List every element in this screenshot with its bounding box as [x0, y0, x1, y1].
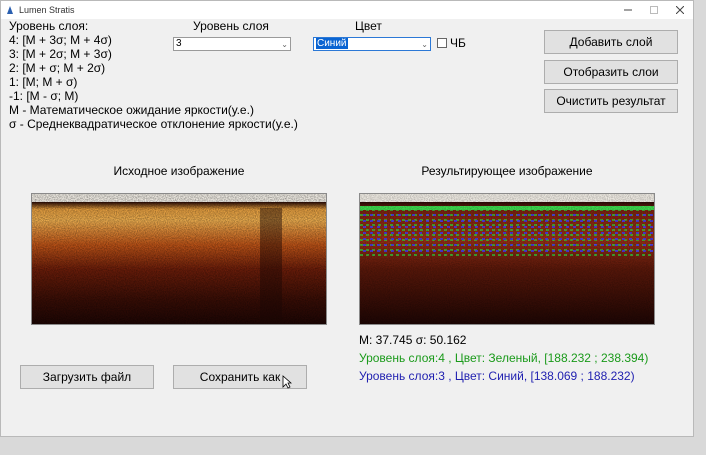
result-image: [359, 193, 655, 325]
close-button[interactable]: [667, 1, 693, 19]
source-image-graphic: [32, 194, 326, 324]
maximize-button[interactable]: [641, 1, 667, 19]
level-label: Уровень слоя: [193, 19, 269, 33]
mouse-cursor-icon: [282, 375, 292, 389]
maximize-icon: [650, 6, 658, 14]
title-bar: Lumen Stratis: [1, 1, 693, 19]
close-icon: [676, 6, 684, 14]
clear-result-button[interactable]: Очистить результат: [544, 89, 678, 113]
level-value: 3: [176, 38, 182, 49]
add-layer-button[interactable]: Добавить слой: [544, 30, 678, 54]
app-window: Lumen Stratis Уровень слоя: 4: [M + 3σ; …: [0, 0, 694, 437]
color-label: Цвет: [355, 19, 382, 33]
legend-level-3: 3: [M + 2σ; M + 3σ): [9, 47, 112, 61]
legend-level-minus1: -1: [M - σ; M): [9, 89, 79, 103]
color-combobox[interactable]: Синий ⌄: [313, 37, 431, 51]
layer-info-green: Уровень слоя:4 , Цвет: Зеленый, [188.232…: [359, 351, 649, 365]
legend-level-1: 1: [M; M + σ): [9, 75, 78, 89]
show-layers-button[interactable]: Отобразить слои: [544, 60, 678, 84]
minimize-icon: [624, 9, 632, 11]
source-image-title: Исходное изображение: [113, 164, 245, 178]
stats-summary: M: 37.745 σ: 50.162: [359, 333, 467, 347]
layer-info-blue: Уровень слоя:3 , Цвет: Синий, [138.069 ;…: [359, 369, 635, 383]
result-image-graphic: [360, 194, 654, 324]
bw-label: ЧБ: [450, 36, 466, 50]
legend-heading: Уровень слоя:: [9, 19, 89, 33]
legend-def-sigma: σ - Среднеквадратическое отклонение ярко…: [9, 117, 298, 131]
window-title: Lumen Stratis: [19, 5, 75, 15]
color-value: Синий: [316, 38, 348, 49]
chevron-down-icon: ⌄: [421, 40, 428, 49]
load-file-button[interactable]: Загрузить файл: [20, 365, 154, 389]
source-image: [31, 193, 327, 325]
minimize-button[interactable]: [615, 1, 641, 19]
legend-def-m: M - Математическое ожидание яркости(у.е.…: [9, 103, 254, 117]
chevron-down-icon: ⌄: [281, 40, 288, 49]
app-icon: [7, 6, 13, 14]
bw-checkbox[interactable]: [437, 38, 447, 48]
legend-level-2: 2: [M + σ; M + 2σ): [9, 61, 106, 75]
result-image-title: Результирующее изображение: [421, 164, 593, 178]
legend-level-4: 4: [M + 3σ; M + 4σ): [9, 33, 112, 47]
level-combobox[interactable]: 3 ⌄: [173, 37, 291, 51]
